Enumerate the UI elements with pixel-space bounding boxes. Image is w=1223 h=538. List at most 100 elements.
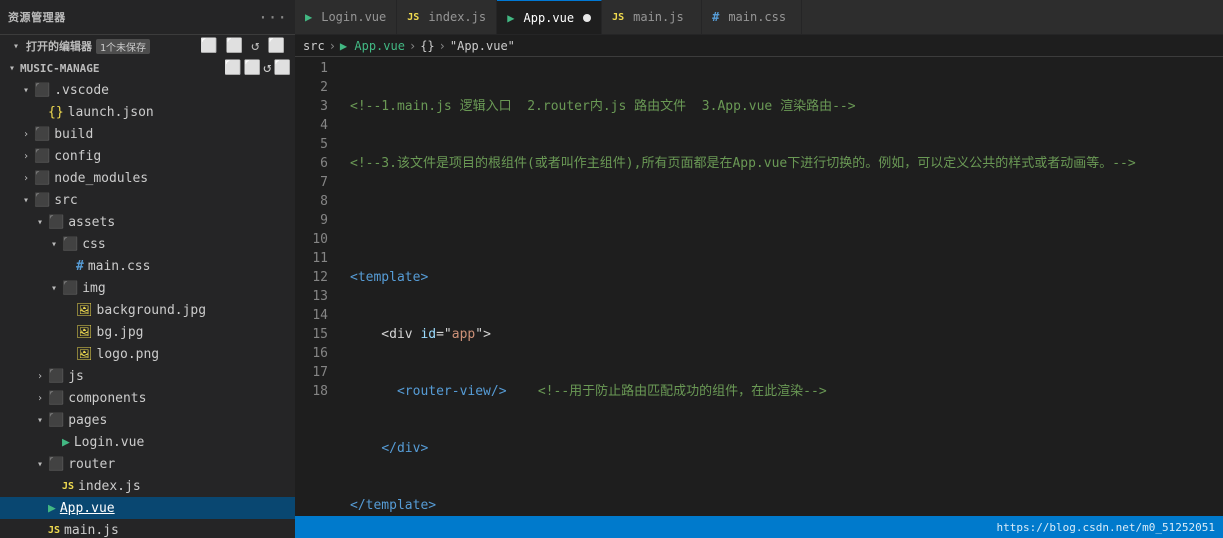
tab-bar: ▶ Login.vue JS index.js ▶ App.vue JS mai… [295, 0, 1223, 35]
img-folder-icon: ⬛ [62, 281, 78, 296]
bg-jpg-label: bg.jpg [97, 325, 144, 340]
open-editors-header[interactable]: 打开的编辑器 1个未保存 ⬜ ⬜ ↺ ⬜ [0, 35, 295, 57]
tree-router-index-js[interactable]: JS index.js [0, 475, 295, 497]
assets-arrow [32, 214, 48, 230]
editor-content[interactable]: 1 2 3 4 5 6 7 8 9 10 11 12 13 14 15 16 1 [295, 57, 1223, 516]
new-folder-tree-icon[interactable]: ⬜ [244, 60, 261, 76]
open-editors-chevron [8, 38, 24, 54]
launch-label: launch.json [68, 105, 154, 120]
line-numbers: 1 2 3 4 5 6 7 8 9 10 11 12 13 14 15 16 1 [295, 57, 340, 516]
tree-config[interactable]: ⬛ config [0, 145, 295, 167]
sidebar-title: 资源管理器 [8, 9, 66, 25]
js-label: js [68, 369, 84, 384]
tab-login-vue[interactable]: ▶ Login.vue [295, 0, 397, 34]
tree-app-vue[interactable]: ▶ App.vue [0, 497, 295, 519]
tree-components[interactable]: ⬛ components [0, 387, 295, 409]
build-label: build [54, 127, 93, 142]
vue-file-icon: ▶ [62, 435, 70, 450]
refresh-icon[interactable]: ↺ [249, 36, 261, 56]
hash-icon: # [712, 10, 719, 24]
vue-icon: ▶ [305, 10, 312, 24]
tree-src[interactable]: ⬛ src [0, 189, 295, 211]
tree-bg-jpg[interactable]: 🖼 bg.jpg [0, 321, 295, 343]
router-folder-icon: ⬛ [48, 457, 64, 472]
tree-login-vue[interactable]: ▶ Login.vue [0, 431, 295, 453]
editors-toolbar: ⬜ ⬜ ↺ ⬜ [198, 36, 287, 56]
tree-main-js[interactable]: JS main.js [0, 519, 295, 538]
node-modules-icon: ⬛ [34, 171, 50, 186]
tree-background-jpg[interactable]: 🖼 background.jpg [0, 299, 295, 321]
router-arrow [32, 456, 48, 472]
tree-js[interactable]: ⬛ js [0, 365, 295, 387]
tree-css[interactable]: ⬛ css [0, 233, 295, 255]
img-label: img [82, 281, 105, 296]
tree-root[interactable]: MUSIC-MANAGE ⬜ ⬜ ↺ ⬜ [0, 57, 295, 79]
breadcrumb-file: ▶ App.vue [340, 39, 405, 53]
unsaved-dot [583, 14, 591, 22]
config-label: config [54, 149, 101, 164]
breadcrumb-src: src [303, 39, 325, 53]
vscode-icon: ⬛ [34, 83, 50, 98]
js-icon-main: JS [612, 12, 624, 23]
vscode-label: .vscode [54, 83, 109, 98]
new-folder-icon[interactable]: ⬜ [224, 36, 245, 56]
img-arrow [46, 280, 62, 296]
img-file-icon: 🖼 [76, 303, 93, 318]
code-line-1: <!--1.main.js 逻辑入口 2.router内.js 路由文件 3.A… [350, 97, 1223, 116]
status-url: https://blog.csdn.net/m0_51252051 [996, 521, 1215, 534]
js-arrow [32, 368, 48, 384]
tab-main-js[interactable]: JS main.js [602, 0, 702, 34]
img-file-icon2: 🖼 [76, 325, 93, 340]
tree-build[interactable]: ⬛ build [0, 123, 295, 145]
refresh-tree-icon[interactable]: ↺ [263, 60, 271, 76]
tree-launch-json[interactable]: {} launch.json [0, 101, 295, 123]
new-file-icon[interactable]: ⬜ [198, 36, 219, 56]
main-css-label: main.css [88, 259, 151, 274]
js-icon: JS [407, 12, 419, 23]
open-editors-label: 打开的编辑器 [26, 38, 92, 54]
tab-index-js[interactable]: JS index.js [397, 0, 497, 34]
components-arrow [32, 390, 48, 406]
tree-img[interactable]: ⬛ img [0, 277, 295, 299]
config-arrow [18, 148, 34, 164]
code-line-6: <router-view/> <!--用于防止路由匹配成功的组件，在此渲染--> [350, 382, 1223, 401]
breadcrumb-bar: src › ▶ App.vue › {} › "App.vue" [295, 35, 1223, 57]
root-label: MUSIC-MANAGE [20, 62, 99, 75]
code-line-8: </template> [350, 496, 1223, 515]
router-label: router [68, 457, 115, 472]
pages-arrow [32, 412, 48, 428]
pages-folder-icon: ⬛ [48, 413, 64, 428]
tree-main-css[interactable]: # main.css [0, 255, 295, 277]
tree-vscode[interactable]: ⬛ .vscode [0, 79, 295, 101]
build-folder-icon: ⬛ [34, 127, 50, 142]
config-folder-icon: ⬛ [34, 149, 50, 164]
tree-pages[interactable]: ⬛ pages [0, 409, 295, 431]
tree-assets[interactable]: ⬛ assets [0, 211, 295, 233]
collapse-tree-icon[interactable]: ⬜ [274, 60, 291, 76]
collapse-all-icon[interactable]: ⬜ [266, 36, 287, 56]
vue-file-icon2: ▶ [48, 501, 56, 516]
js-folder-icon: ⬛ [48, 369, 64, 384]
code-editor[interactable]: <!--1.main.js 逻辑入口 2.router内.js 路由文件 3.A… [340, 57, 1223, 516]
css-folder-icon: ⬛ [62, 237, 78, 252]
app-vue-label: App.vue [60, 501, 115, 516]
background-jpg-label: background.jpg [97, 303, 207, 318]
tree-logo-png[interactable]: 🖼 logo.png [0, 343, 295, 365]
tab-app-vue[interactable]: ▶ App.vue [497, 0, 602, 34]
tree-node-modules[interactable]: ⬛ node_modules [0, 167, 295, 189]
src-label: src [54, 193, 77, 208]
new-file-tree-icon[interactable]: ⬜ [224, 60, 241, 76]
code-line-2: <!--3.该文件是项目的根组件(或者叫作主组件),所有页面都是在App.vue… [350, 154, 1223, 173]
sidebar-more-icon[interactable]: ··· [258, 8, 287, 27]
open-editors-section: 打开的编辑器 1个未保存 ⬜ ⬜ ↺ ⬜ [0, 35, 295, 57]
tree-router[interactable]: ⬛ router [0, 453, 295, 475]
breadcrumb-name: "App.vue" [450, 39, 515, 53]
assets-label: assets [68, 215, 115, 230]
js-file-icon: JS [62, 481, 74, 492]
img-file-icon3: 🖼 [76, 347, 93, 362]
code-line-7: </div> [350, 439, 1223, 458]
logo-png-label: logo.png [97, 347, 160, 362]
src-arrow [18, 192, 34, 208]
tab-main-css[interactable]: # main.css [702, 0, 802, 34]
unsaved-badge: 1个未保存 [96, 39, 150, 54]
